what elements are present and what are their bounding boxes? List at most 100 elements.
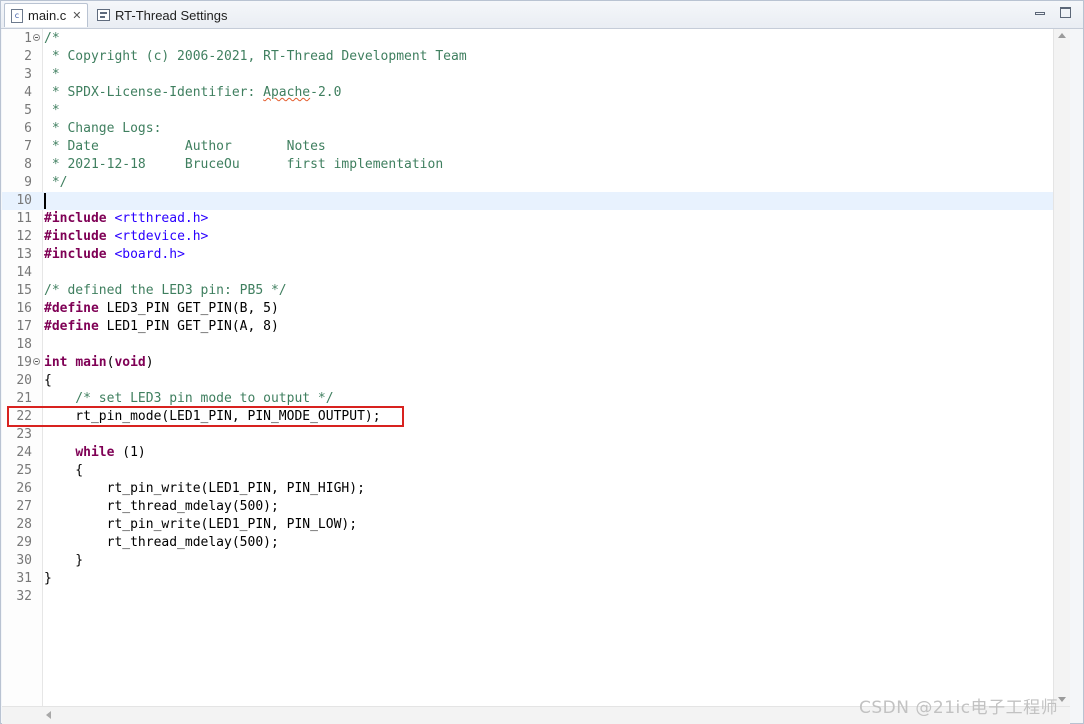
- code-line[interactable]: 14: [2, 264, 1053, 282]
- line-number: 32: [16, 589, 32, 604]
- highlight-box: [7, 406, 404, 427]
- editor-window: c main.c ✕ RT-Thread Settings 1 /* 2 * Cop…: [0, 0, 1084, 724]
- code-line[interactable]: 1 /*: [2, 30, 1053, 48]
- line-number: 4: [24, 85, 32, 100]
- close-icon[interactable]: ✕: [72, 9, 81, 22]
- line-number: 20: [16, 373, 32, 388]
- code-line[interactable]: 26 rt_pin_write(LED1_PIN, PIN_HIGH);: [2, 480, 1053, 498]
- code-line[interactable]: 29 rt_thread_mdelay(500);: [2, 534, 1053, 552]
- line-code: {: [44, 462, 83, 480]
- code-editor[interactable]: 1 /* 2 * Copyright (c) 2006-2021, RT-Threa…: [2, 29, 1053, 706]
- fold-toggle-icon[interactable]: [33, 34, 40, 41]
- line-number: 15: [16, 283, 32, 298]
- code-line[interactable]: 2 * Copyright (c) 2006-2021, RT-Thread D…: [2, 48, 1053, 66]
- code-token: }: [44, 571, 52, 586]
- line-code: rt_thread_mdelay(500);: [44, 534, 279, 552]
- code-line[interactable]: 8 * 2021-12-18 BruceOu first implementat…: [2, 156, 1053, 174]
- line-code: * SPDX-License-Identifier: Apache-2.0: [44, 84, 342, 102]
- code-line[interactable]: 27 rt_thread_mdelay(500);: [2, 498, 1053, 516]
- text-caret: [44, 193, 46, 209]
- minimize-icon[interactable]: [1035, 12, 1045, 15]
- line-code: * Copyright (c) 2006-2021, RT-Thread Dev…: [44, 48, 467, 66]
- code-line[interactable]: 20 {: [2, 372, 1053, 390]
- code-token: #define: [44, 319, 99, 334]
- code-token: }: [44, 553, 84, 568]
- tab-rt-thread-settings[interactable]: RT-Thread Settings: [91, 3, 231, 27]
- code-line[interactable]: 9 */: [2, 174, 1053, 192]
- tab-label: main.c: [28, 8, 67, 23]
- line-number: 8: [24, 157, 32, 172]
- code-line[interactable]: 3 *: [2, 66, 1053, 84]
- code-line[interactable]: 13 #include <board.h>: [2, 246, 1053, 264]
- code-line[interactable]: 15 /* defined the LED3 pin: PB5 */: [2, 282, 1053, 300]
- line-number: 31: [16, 571, 32, 586]
- line-number: 25: [16, 463, 32, 478]
- scroll-left-icon[interactable]: [46, 711, 51, 719]
- code-line[interactable]: 28 rt_pin_write(LED1_PIN, PIN_LOW);: [2, 516, 1053, 534]
- code-token: *: [44, 103, 60, 118]
- code-line[interactable]: 32: [2, 588, 1053, 606]
- code-token: /* defined the LED3 pin: PB5 */: [44, 283, 287, 298]
- tab-bar: c main.c ✕ RT-Thread Settings: [1, 1, 1083, 29]
- code-line[interactable]: 18: [2, 336, 1053, 354]
- code-token: *: [44, 67, 60, 82]
- tab-label: RT-Thread Settings: [115, 7, 228, 23]
- code-line[interactable]: 16 #define LED3_PIN GET_PIN(B, 5): [2, 300, 1053, 318]
- code-line[interactable]: 19 int main(void): [2, 354, 1053, 372]
- line-number: 17: [16, 319, 32, 334]
- line-number: 16: [16, 301, 32, 316]
- vertical-scrollbar[interactable]: [1053, 29, 1071, 706]
- line-number: 7: [24, 139, 32, 154]
- maximize-icon[interactable]: [1060, 7, 1071, 18]
- code-token: */: [44, 175, 68, 190]
- code-token: int: [44, 355, 68, 370]
- scroll-up-icon[interactable]: [1058, 33, 1066, 38]
- line-code: #define LED3_PIN GET_PIN(B, 5): [44, 300, 279, 318]
- code-token: ): [145, 355, 154, 370]
- fold-toggle-icon[interactable]: [33, 358, 40, 365]
- line-code: #define LED1_PIN GET_PIN(A, 8): [44, 318, 279, 336]
- code-line[interactable]: 10: [2, 192, 1053, 210]
- line-code: rt_pin_write(LED1_PIN, PIN_LOW);: [44, 516, 357, 534]
- line-code: int main(void): [44, 354, 154, 372]
- line-number: 10: [16, 193, 32, 208]
- line-code: */: [44, 174, 68, 192]
- code-token: {: [44, 373, 52, 388]
- scroll-down-icon[interactable]: [1058, 697, 1066, 702]
- c-file-icon: c: [11, 8, 23, 23]
- line-code: * 2021-12-18 BruceOu first implementatio…: [44, 156, 443, 174]
- code-token: rt_thread_mdelay(500);: [44, 499, 279, 514]
- line-code: #include <rtdevice.h>: [44, 228, 208, 246]
- code-line[interactable]: 25 {: [2, 462, 1053, 480]
- tab-main-c[interactable]: c main.c ✕: [4, 3, 88, 27]
- code-line[interactable]: 6 * Change Logs:: [2, 120, 1053, 138]
- code-line[interactable]: 17 #define LED1_PIN GET_PIN(A, 8): [2, 318, 1053, 336]
- code-line[interactable]: 12 #include <rtdevice.h>: [2, 228, 1053, 246]
- code-token: LED3_PIN GET_PIN(B, 5): [98, 301, 279, 316]
- line-number: 1: [24, 31, 32, 46]
- line-code: #include <rtthread.h>: [44, 210, 208, 228]
- code-token: #include: [44, 229, 107, 244]
- line-number: 19: [16, 355, 32, 370]
- line-number: 6: [24, 121, 32, 136]
- code-token: rt_pin_write(LED1_PIN, PIN_LOW);: [44, 517, 358, 532]
- line-number: 24: [16, 445, 32, 460]
- code-token: void: [114, 355, 146, 370]
- code-token: main: [75, 355, 107, 370]
- line-code: #include <board.h>: [44, 246, 185, 264]
- code-line[interactable]: 24 while (1): [2, 444, 1053, 462]
- code-token: -2.0: [310, 85, 342, 100]
- line-code: }: [44, 570, 52, 588]
- line-number: 30: [16, 553, 32, 568]
- code-token: rt_pin_write(LED1_PIN, PIN_HIGH);: [44, 481, 365, 496]
- code-line[interactable]: 31}: [2, 570, 1053, 588]
- line-code: /*: [44, 30, 60, 48]
- code-line[interactable]: 4 * SPDX-License-Identifier: Apache-2.0: [2, 84, 1053, 102]
- code-line[interactable]: 5 *: [2, 102, 1053, 120]
- code-line[interactable]: 30 }: [2, 552, 1053, 570]
- code-line[interactable]: 23: [2, 426, 1053, 444]
- code-line[interactable]: 7 * Date Author Notes: [2, 138, 1053, 156]
- code-line[interactable]: 11 #include <rtthread.h>: [2, 210, 1053, 228]
- code-token: * 2021-12-18 BruceOu first implementatio…: [44, 157, 444, 172]
- code-token: LED1_PIN GET_PIN(A, 8): [98, 319, 279, 334]
